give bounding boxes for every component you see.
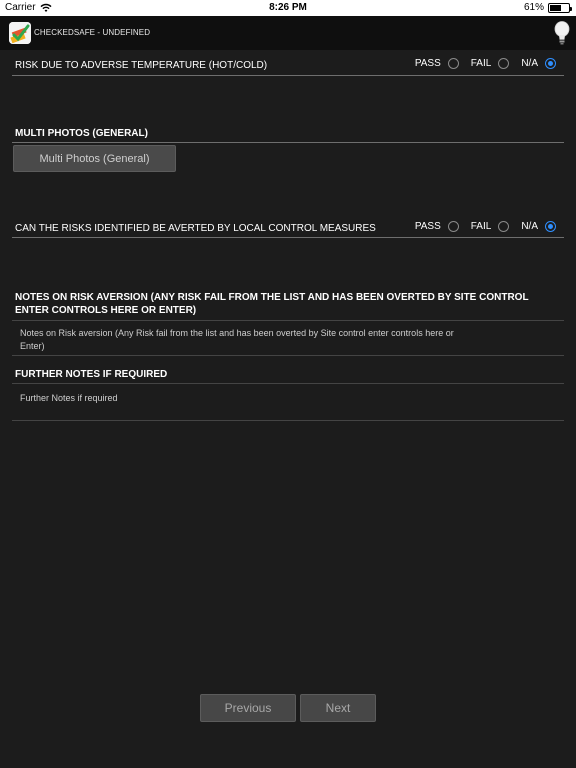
option-na[interactable]: N/A — [521, 58, 556, 69]
option-na[interactable]: N/A — [521, 221, 556, 232]
na-radio[interactable] — [545, 221, 556, 232]
further-notes-label: FURTHER NOTES IF REQUIRED — [15, 369, 168, 380]
question-temperature-label: RISK DUE TO ADVERSE TEMPERATURE (HOT/COL… — [15, 60, 268, 71]
question-averted-label: CAN THE RISKS IDENTIFIED BE AVERTED BY L… — [15, 223, 376, 234]
option-pass[interactable]: PASS — [415, 58, 471, 69]
option-pass[interactable]: PASS — [415, 221, 471, 232]
na-radio[interactable] — [545, 58, 556, 69]
status-time: 8:26 PM — [269, 2, 307, 13]
option-fail[interactable]: FAIL — [471, 58, 522, 69]
lightbulb-icon[interactable] — [554, 21, 570, 45]
app-header: CHECKEDSAFE - UNDEFINED — [0, 16, 576, 50]
pass-label: PASS — [414, 58, 441, 69]
fail-label: FAIL — [470, 58, 492, 69]
multi-photos-button[interactable]: Multi Photos (General) — [13, 145, 176, 172]
pass-label: PASS — [414, 221, 441, 232]
pass-radio[interactable] — [447, 58, 459, 69]
notes-label-line2: ENTER CONTROLS HERE OR ENTER) — [15, 305, 197, 316]
form-content: RISK DUE TO ADVERSE TEMPERATURE (HOT/COL… — [0, 50, 576, 768]
fail-radio[interactable] — [498, 58, 510, 69]
further-notes-placeholder: Further Notes if required — [20, 393, 118, 403]
battery-percent: 61% — [523, 2, 544, 13]
app-title: CHECKEDSAFE - UNDEFINED — [34, 28, 151, 37]
question-averted-options: PASS FAIL N/A — [415, 221, 556, 232]
status-bar: Carrier 8:26 PM 61% — [0, 0, 576, 16]
further-notes-field[interactable]: Further Notes if required — [12, 383, 564, 421]
notes-risk-aversion-field[interactable]: Notes on Risk aversion (Any Risk fail fr… — [12, 320, 564, 356]
notes-placeholder-line2: Enter) — [20, 341, 45, 351]
divider — [12, 237, 564, 238]
notes-label-line1: NOTES ON RISK AVERSION (ANY RISK FAIL FR… — [15, 292, 529, 303]
divider — [12, 142, 564, 143]
fail-radio[interactable] — [498, 221, 510, 232]
multi-photos-label: MULTI PHOTOS (GENERAL) — [15, 128, 148, 139]
pass-radio[interactable] — [447, 221, 459, 232]
na-label: N/A — [521, 58, 538, 69]
notes-placeholder-line1: Notes on Risk aversion (Any Risk fail fr… — [20, 328, 454, 338]
na-label: N/A — [521, 221, 538, 232]
checkedsafe-logo-icon — [9, 22, 31, 44]
notes-risk-aversion-label: NOTES ON RISK AVERSION (ANY RISK FAIL FR… — [15, 291, 529, 317]
fail-label: FAIL — [470, 221, 492, 232]
previous-button[interactable]: Previous — [200, 694, 296, 722]
question-temperature-options: PASS FAIL N/A — [415, 58, 556, 69]
battery-fill — [550, 4, 561, 11]
battery-icon — [548, 2, 572, 13]
divider — [12, 75, 564, 76]
status-right: 61% — [523, 2, 572, 13]
option-fail[interactable]: FAIL — [471, 221, 522, 232]
next-button[interactable]: Next — [300, 694, 376, 722]
